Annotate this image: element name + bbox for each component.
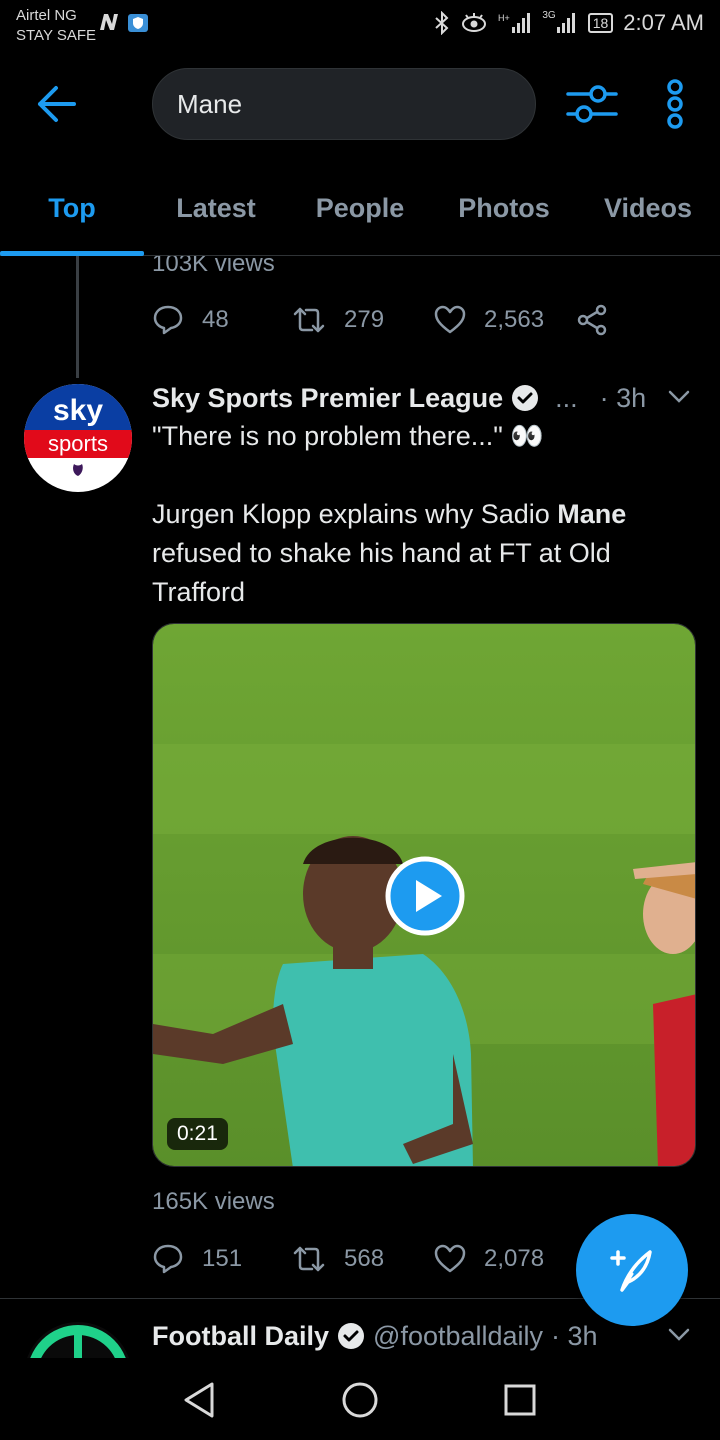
signal-3g: 3G — [542, 11, 577, 35]
tweet-time: · 3h — [599, 382, 647, 413]
heart-icon — [434, 1244, 466, 1273]
reply-button[interactable]: 48 — [152, 304, 292, 336]
search-header: Mane — [0, 68, 720, 140]
svg-text:H+: H+ — [498, 13, 510, 23]
avatar-text-bottom: sports — [48, 431, 108, 456]
system-nav-bar — [0, 1358, 720, 1440]
like-button[interactable]: 2,078 — [434, 1244, 576, 1274]
reply-icon — [153, 305, 183, 335]
n-app-icon — [100, 14, 118, 30]
battery-level: 18 — [587, 13, 614, 33]
nav-recents-icon[interactable] — [500, 1380, 540, 1420]
eye-comfort-icon — [462, 13, 487, 32]
status-bar: Airtel NG STAY SAFE H+ 3G 18 2:07 AM — [0, 0, 720, 52]
heart-icon — [434, 305, 466, 334]
share-button[interactable] — [576, 304, 626, 336]
reply-count: 151 — [202, 1245, 243, 1272]
verified-badge-icon — [512, 385, 539, 411]
play-button-icon[interactable] — [385, 856, 465, 936]
thread-line — [76, 256, 79, 378]
nav-back-icon[interactable] — [180, 1380, 220, 1420]
tab-label: Photos — [458, 193, 550, 223]
tab-top[interactable]: Top — [0, 180, 144, 256]
system-status: H+ 3G 18 2:07 AM — [434, 10, 704, 36]
retweet-button[interactable]: 279 — [292, 305, 434, 335]
compose-feather-icon — [610, 1250, 652, 1292]
compose-tweet-button[interactable] — [576, 1214, 688, 1326]
share-icon — [577, 304, 607, 336]
search-query: Mane — [177, 88, 243, 119]
author-truncation: ... — [555, 382, 578, 413]
carrier-message: STAY SAFE — [16, 27, 97, 44]
search-tabs: Top Latest People Photos Videos — [0, 180, 720, 256]
retweet-icon — [293, 307, 325, 333]
notification-icons — [98, 12, 150, 34]
tweet-text: Jurgen Klopp explains why Sadio Mane ref… — [152, 495, 692, 612]
retweet-button[interactable]: 568 — [292, 1244, 434, 1274]
reply-icon — [153, 1244, 183, 1274]
carrier-name: Airtel NG — [16, 7, 77, 24]
tweet-text-line1: "There is no problem there..." 👀 — [152, 421, 544, 451]
search-input[interactable]: Mane — [152, 68, 536, 140]
clock: 2:07 AM — [623, 10, 704, 35]
carrier-info: Airtel NG STAY SAFE — [16, 6, 96, 46]
like-count: 2,078 — [484, 1245, 545, 1272]
view-count: 103K views — [152, 256, 275, 277]
tweet-actions: 48 279 2,563 — [152, 300, 632, 340]
tab-photos[interactable]: Photos — [432, 180, 576, 256]
avatar[interactable] — [24, 1322, 132, 1358]
signal-h-icon: H+ — [498, 13, 531, 33]
tab-people[interactable]: People — [288, 180, 432, 256]
chevron-down-icon[interactable] — [666, 1322, 692, 1348]
tab-videos[interactable]: Videos — [576, 180, 720, 256]
tweet-header: Sky Sports Premier League ... · 3h — [152, 380, 700, 416]
more-options-icon[interactable] — [660, 78, 690, 130]
tweet-time: · 3h — [551, 1320, 598, 1351]
tab-label: Videos — [603, 193, 693, 223]
author-name[interactable]: Football Daily — [152, 1321, 329, 1352]
author-handle: @footballdaily — [373, 1320, 544, 1351]
network-label: 3G — [542, 10, 556, 21]
sky-sports-logo: sky sports — [24, 384, 132, 492]
retweet-icon — [293, 1246, 325, 1272]
signal-3g-icon — [556, 13, 575, 33]
search-results-feed[interactable]: 103K views 48 279 2,563 sky sports Sky S… — [0, 256, 720, 1358]
shield-app-icon — [128, 14, 148, 32]
view-count: 165K views — [152, 1188, 275, 1215]
verified-badge-icon — [338, 1323, 365, 1349]
chevron-down-icon[interactable] — [666, 384, 692, 410]
retweet-count: 279 — [344, 306, 385, 333]
reply-button[interactable]: 151 — [152, 1243, 292, 1275]
video-duration: 0:21 — [167, 1118, 228, 1150]
tab-latest[interactable]: Latest — [144, 180, 288, 256]
reply-count: 48 — [202, 306, 229, 333]
author-name[interactable]: Sky Sports Premier League — [152, 383, 503, 414]
like-button[interactable]: 2,563 — [434, 305, 576, 335]
tweet-body-start: Jurgen Klopp explains why Sadio — [152, 499, 558, 529]
video-player[interactable]: 0:21 — [152, 623, 696, 1167]
retweet-count: 568 — [344, 1245, 385, 1272]
tab-label: Top — [48, 193, 96, 223]
avatar-text-top: sky — [53, 394, 103, 427]
tweet-actions: 151 568 2,078 — [152, 1239, 632, 1279]
nav-home-icon[interactable] — [340, 1380, 380, 1420]
football-daily-logo — [24, 1322, 132, 1358]
bluetooth-icon — [435, 11, 449, 35]
tab-label: People — [315, 193, 405, 223]
tab-label: Latest — [176, 193, 256, 223]
search-highlight: Mane — [557, 499, 627, 529]
avatar[interactable]: sky sports — [24, 384, 132, 492]
back-arrow-icon[interactable] — [34, 82, 78, 126]
filter-sliders-icon[interactable] — [566, 82, 618, 126]
like-count: 2,563 — [484, 306, 545, 333]
